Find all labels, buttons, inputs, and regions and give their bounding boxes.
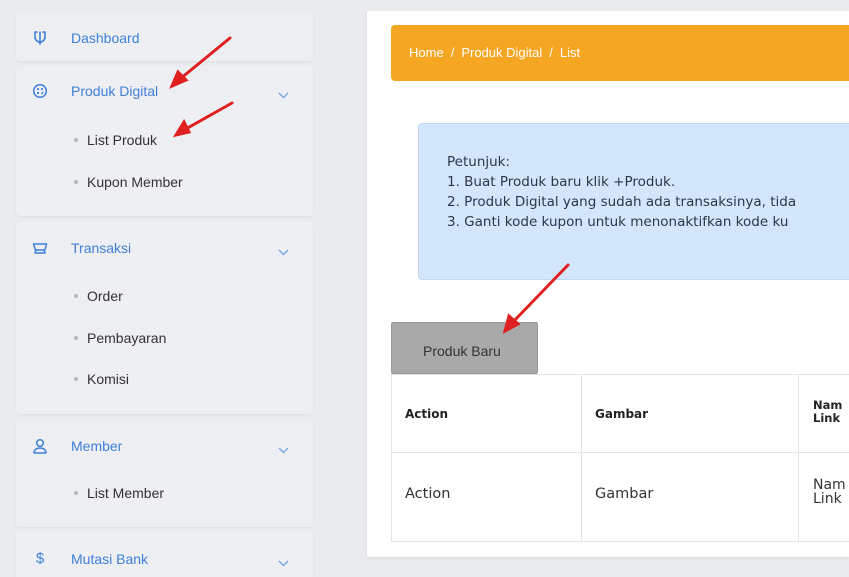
- sidebar-item-label: Produk Digital: [71, 83, 159, 99]
- chevron-down-icon[interactable]: [278, 86, 289, 104]
- bullet-icon: [74, 491, 78, 496]
- table-header-cell: Gambar: [582, 375, 799, 452]
- sidebar-item-dashboard[interactable]: Dashboard: [16, 23, 313, 53]
- sidebar-item-label: Transaksi: [71, 240, 132, 256]
- sidebar-subitem-pembayaran[interactable]: Pembayaran: [74, 330, 166, 346]
- sidebar-item-label: Dashboard: [71, 30, 140, 46]
- sidebar-item-member[interactable]: Member: [16, 431, 313, 461]
- bullet-icon: [74, 294, 78, 299]
- table-row: Action Gambar Nam Link: [392, 452, 849, 541]
- chevron-down-icon[interactable]: [278, 243, 289, 261]
- sidebar-section-produk-digital: Produk Digital List Produk Kupon Member: [16, 66, 313, 216]
- info-line: 1. Buat Produk baru klik +Produk.: [447, 174, 676, 190]
- table-header-row: Action Gambar Nam Link: [392, 375, 849, 452]
- user-icon: [32, 438, 48, 454]
- sidebar-subitem-list-produk[interactable]: List Produk: [74, 132, 157, 148]
- dollar-icon: $: [35, 550, 45, 567]
- breadcrumb-current: List: [559, 45, 581, 60]
- chevron-down-icon[interactable]: [278, 554, 289, 572]
- table-header-cell: Nam Link: [813, 398, 843, 425]
- sidebar-subitem-kupon-member[interactable]: Kupon Member: [74, 174, 183, 190]
- main-panel: Home / Produk Digital / List Petunjuk: 1. Bu…: [367, 11, 849, 557]
- sidebar-subitem-list-member[interactable]: List Member: [74, 485, 164, 501]
- sidebar-item-label: Mutasi Bank: [71, 551, 149, 567]
- breadcrumb-separator: /: [450, 45, 455, 60]
- dashboard-icon: [32, 30, 48, 46]
- info-title: Petunjuk:: [447, 154, 511, 170]
- sidebar-item-label: Member: [71, 438, 123, 454]
- bullet-icon: [74, 180, 78, 185]
- sidebar-item-produk-digital[interactable]: Produk Digital: [16, 76, 313, 106]
- sidebar-item-mutasi-bank[interactable]: $ Mutasi Bank: [16, 544, 313, 574]
- breadcrumb: Home / Produk Digital / List: [391, 25, 849, 81]
- bullet-icon: [74, 377, 78, 382]
- breadcrumb-section[interactable]: Produk Digital: [461, 45, 542, 60]
- sidebar-subitem-order[interactable]: Order: [74, 288, 123, 304]
- sidebar-subitem-komisi[interactable]: Komisi: [74, 371, 129, 387]
- product-table: Action Gambar Nam Link Action Gambar Nam L…: [391, 374, 849, 542]
- sidebar-section-transaksi: Transaksi Order Pembayaran Komisi: [16, 221, 313, 414]
- palette-icon: [32, 83, 48, 99]
- table-cell: Gambar: [582, 453, 799, 541]
- sidebar-section-member: Member List Member: [16, 419, 313, 527]
- table-cell: Nam Link: [813, 477, 846, 507]
- cart-icon: [32, 240, 48, 256]
- table-header-cell: Action: [392, 375, 582, 452]
- sidebar-item-transaksi[interactable]: Transaksi: [16, 233, 313, 263]
- table-cell: Action: [392, 453, 582, 541]
- chevron-down-icon[interactable]: [278, 441, 289, 459]
- sidebar-section-dashboard: Dashboard: [16, 11, 313, 61]
- bullet-icon: [74, 138, 78, 143]
- sidebar: Dashboard Produk Digital List Produk Kup…: [0, 0, 330, 577]
- breadcrumb-home[interactable]: Home: [409, 45, 444, 60]
- info-alert: Petunjuk: 1. Buat Produk baru klik +Prod…: [418, 123, 849, 280]
- breadcrumb-separator: /: [549, 45, 553, 60]
- info-line: 3. Ganti kode kupon untuk menonaktifkan …: [447, 214, 789, 230]
- info-line: 2. Produk Digital yang sudah ada transak…: [447, 194, 797, 210]
- sidebar-section-mutasi-bank: $ Mutasi Bank: [16, 532, 313, 577]
- new-product-button[interactable]: Produk Baru: [391, 322, 538, 374]
- bullet-icon: [74, 336, 78, 341]
